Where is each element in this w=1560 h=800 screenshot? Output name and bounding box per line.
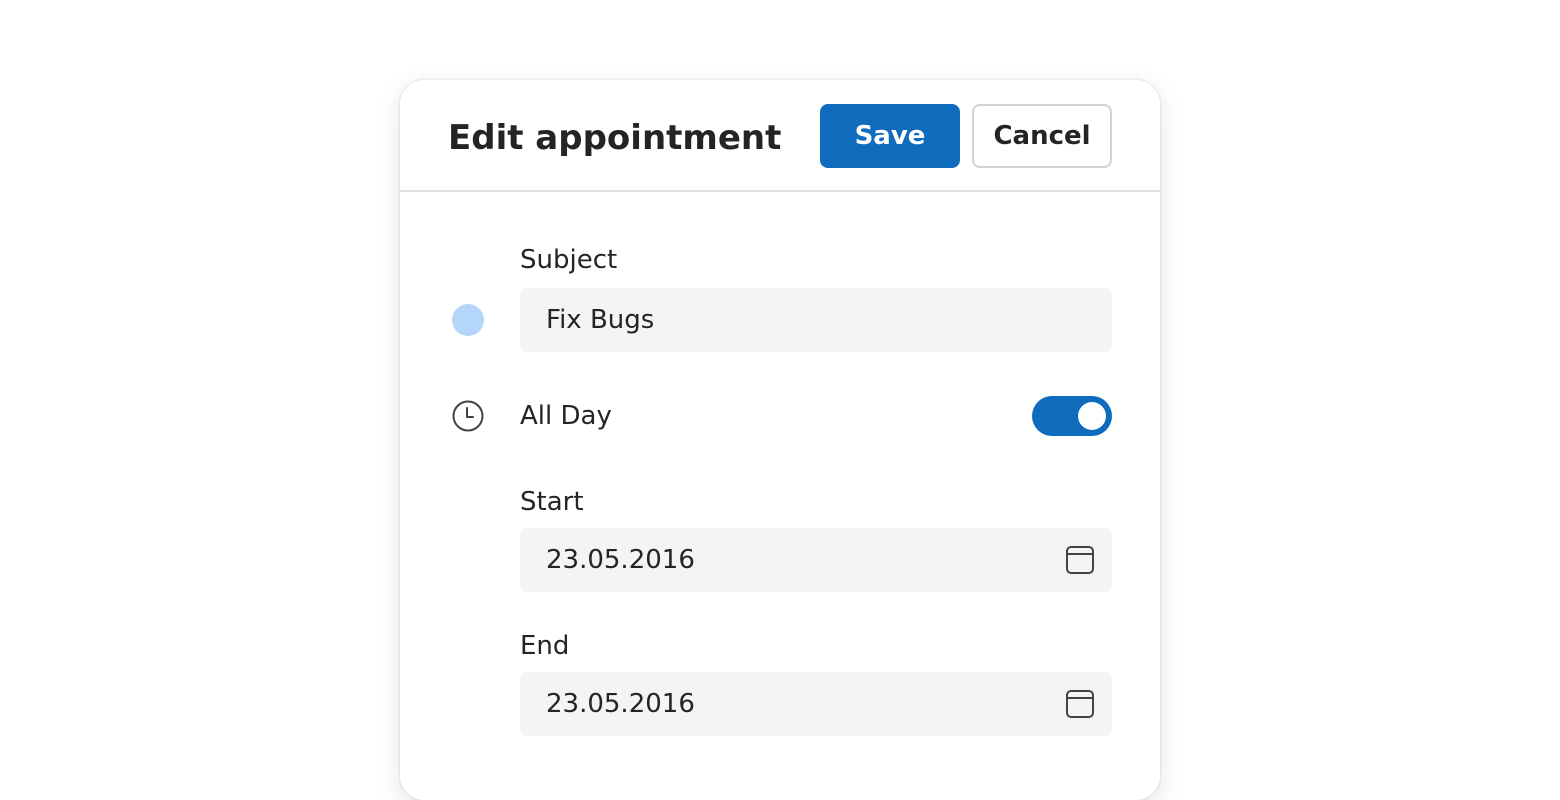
calendar-icon[interactable] bbox=[1066, 546, 1094, 574]
all-day-label: All Day bbox=[520, 401, 612, 431]
start-date-input[interactable]: 23.05.2016 bbox=[520, 528, 1112, 592]
subject-label: Subject bbox=[520, 245, 618, 275]
start-label: Start bbox=[520, 487, 584, 517]
clock-icon bbox=[452, 400, 484, 432]
cancel-button[interactable]: Cancel bbox=[972, 104, 1112, 168]
toggle-knob bbox=[1078, 402, 1106, 430]
end-date-input[interactable]: 23.05.2016 bbox=[520, 672, 1112, 736]
start-date-value: 23.05.2016 bbox=[546, 545, 695, 575]
edit-appointment-dialog: Edit appointment Save Cancel Subject Fix… bbox=[400, 80, 1160, 800]
dialog-header: Edit appointment Save Cancel bbox=[400, 80, 1160, 192]
dialog-title: Edit appointment bbox=[448, 118, 782, 158]
end-date-value: 23.05.2016 bbox=[546, 689, 695, 719]
save-button[interactable]: Save bbox=[820, 104, 960, 168]
appointment-color-dot[interactable] bbox=[452, 304, 484, 336]
all-day-toggle[interactable] bbox=[1032, 396, 1112, 436]
end-label: End bbox=[520, 631, 570, 661]
calendar-icon[interactable] bbox=[1066, 690, 1094, 718]
subject-value: Fix Bugs bbox=[546, 305, 655, 335]
subject-input[interactable]: Fix Bugs bbox=[520, 288, 1112, 352]
